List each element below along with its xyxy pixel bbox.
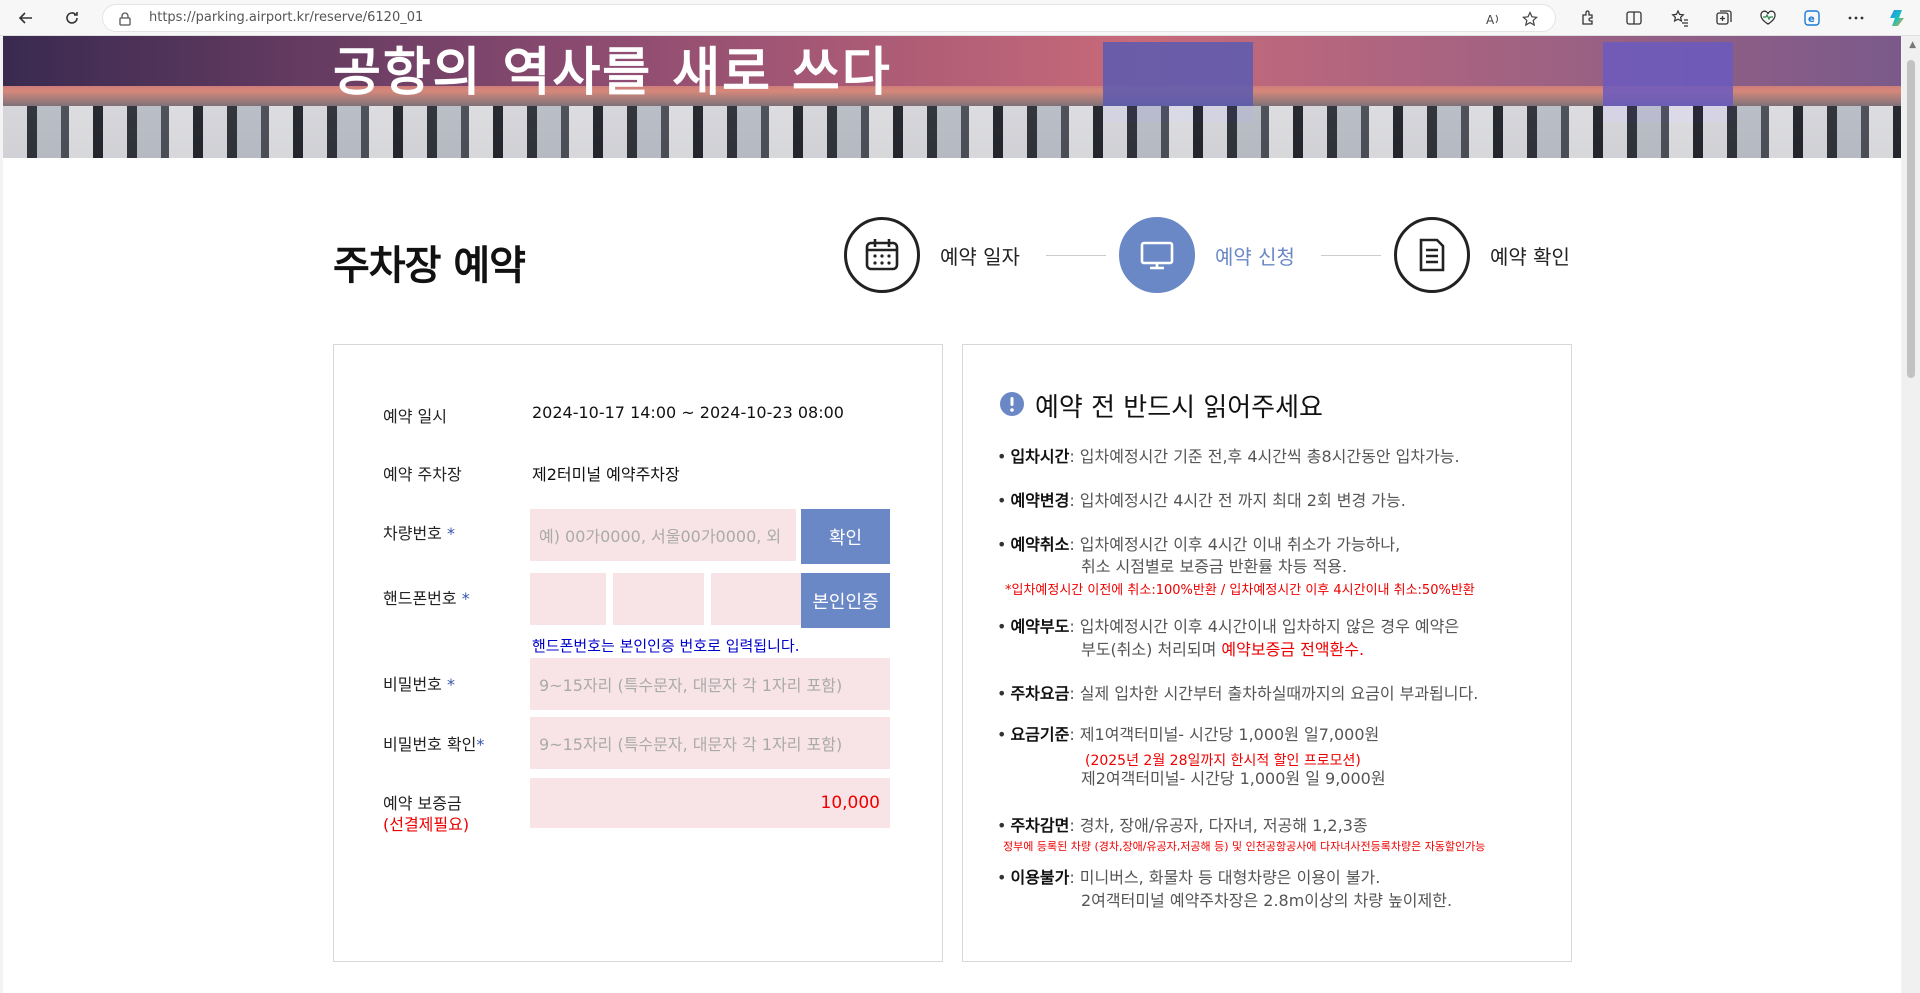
notice-height-limit: 2여객터미널 예약주차장은 2.8m이상의 차량 높이제한. (1081, 891, 1453, 910)
exclamation-icon (999, 391, 1025, 421)
scroll-thumb[interactable] (1907, 60, 1915, 378)
step-reserve-date: 예약 일자 (844, 217, 1020, 293)
reserve-datetime-value: 2024-10-17 14:00 ~ 2024-10-23 08:00 (532, 403, 844, 422)
url-text[interactable]: https://parking.airport.kr/reserve/6120_… (149, 10, 423, 25)
scroll-up-arrow-icon[interactable]: ▲ (1909, 40, 1916, 50)
phone-input-part1[interactable] (530, 573, 606, 625)
lock-icon (119, 11, 131, 30)
password-confirm-label: 비밀번호 확인* (383, 735, 485, 754)
phone-note: 핸드폰번호는 본인인증 번호로 입력됩니다. (532, 637, 800, 655)
copilot-icon[interactable] (1888, 8, 1908, 28)
hero-parking-lot-image (3, 106, 1901, 158)
car-number-input[interactable]: 예) 00가0000, 서울00가0000, 외 (530, 509, 796, 561)
password-input[interactable]: 9~15자리 (특수문자, 대문자 각 1자리 포함) (530, 658, 890, 710)
favorites-icon[interactable] (1670, 8, 1690, 28)
document-icon (1394, 217, 1470, 293)
step-label-date: 예약 일자 (940, 244, 1020, 269)
password-label: 비밀번호 * (383, 675, 455, 694)
refresh-icon[interactable] (60, 6, 84, 30)
svg-text:A: A (1486, 13, 1495, 26)
step-reserve-apply: 예약 신청 (1119, 217, 1295, 293)
notice-unavailable: • 이용불가: 미니버스, 화물차 등 대형차량은 이용이 불가. (997, 868, 1381, 887)
password-confirm-input[interactable]: 9~15자리 (특수문자, 대문자 각 1자리 포함) (530, 717, 890, 769)
svg-text:e: e (1808, 14, 1815, 25)
notice-noshow: • 예약부도: 입차예정시간 이후 4시간이내 입차하지 않은 경우 예약은 (997, 617, 1460, 636)
notice-noshow-line2: 부도(취소) 처리되며 예약보증금 전액환수. (1081, 640, 1365, 659)
notice-fee: • 주차요금: 실제 입차한 시간부터 출차하실때까지의 요금이 부과됩니다. (997, 684, 1479, 703)
more-menu-icon[interactable] (1846, 8, 1866, 28)
notice-panel: 예약 전 반드시 읽어주세요 • 입차시간: 입차예정시간 기준 전,후 4시간씩… (962, 344, 1572, 962)
extensions-icon[interactable] (1578, 8, 1598, 28)
page-content: 공항의 역사를 새로 쓰다 주차장 예약 예약 일자 예약 신청 예약 확인 예… (3, 36, 1901, 993)
car-number-confirm-button[interactable]: 확인 (801, 509, 890, 564)
reservation-form: 예약 일시 2024-10-17 14:00 ~ 2024-10-23 08:0… (333, 344, 943, 962)
step-reserve-confirm: 예약 확인 (1394, 217, 1570, 293)
phone-label: 핸드폰번호 * (383, 589, 470, 608)
step-connector (1046, 255, 1106, 256)
reserve-datetime-label: 예약 일시 (383, 407, 447, 426)
notice-cancel: • 예약취소: 입차예정시간 이후 4시간 이내 취소가 가능하나, (997, 535, 1401, 554)
parking-lot-label: 예약 주차장 (383, 465, 462, 484)
phone-input-part3[interactable] (711, 573, 801, 625)
edge-copilot-e-icon[interactable]: e (1802, 8, 1822, 28)
notice-discount-note: 정부에 등록된 차량 (경차,장애/유공자,저공해 등) 및 인천공항공사에 다… (1003, 840, 1486, 853)
monitor-icon (1119, 217, 1195, 293)
notice-heading: 예약 전 반드시 읽어주세요 (999, 387, 1323, 424)
step-label-confirm: 예약 확인 (1490, 244, 1570, 269)
collections-icon[interactable] (1714, 8, 1734, 28)
hero-banner: 공항의 역사를 새로 쓰다 (3, 36, 1901, 158)
performance-heart-icon[interactable] (1758, 8, 1778, 28)
notice-discount: • 주차감면: 경차, 장애/유공자, 다자녀, 저공해 1,2,3종 (997, 816, 1368, 835)
deposit-amount-field: 10,000 (530, 778, 890, 828)
notice-entry-time: • 입차시간: 입차예정시간 기준 전,후 4시간씩 총8시간동안 입차가능. (997, 447, 1460, 466)
read-aloud-icon[interactable]: A (1485, 10, 1503, 28)
parking-lot-value: 제2터미널 예약주차장 (532, 465, 680, 484)
car-number-label: 차량번호 * (383, 524, 455, 543)
deposit-prepay-note: (선결제필요) (383, 815, 470, 834)
notice-change: • 예약변경: 입차예정시간 4시간 전 까지 최대 2회 변경 가능. (997, 491, 1406, 510)
notice-cancel-refund: *입차예정시간 이전에 취소:100%반환 / 입차예정시간 이후 4시간이내 … (1005, 583, 1475, 598)
hero-title: 공항의 역사를 새로 쓰다 (333, 43, 892, 103)
back-icon[interactable] (14, 6, 38, 30)
notice-cancel-line2: 취소 시점별로 보증금 반환률 차등 적용. (1081, 557, 1348, 576)
browser-toolbar: https://parking.airport.kr/reserve/6120_… (0, 0, 1920, 36)
notice-fee-standard: • 요금기준: 제1여객터미널- 시간당 1,000원 일7,000원 (997, 725, 1380, 744)
step-connector (1321, 255, 1381, 256)
step-label-apply: 예약 신청 (1215, 244, 1295, 269)
page-title: 주차장 예약 (333, 243, 526, 289)
address-bar[interactable]: https://parking.airport.kr/reserve/6120_… (102, 4, 1556, 32)
split-screen-icon[interactable] (1624, 8, 1644, 28)
favorite-star-icon[interactable] (1521, 10, 1539, 28)
notice-fee-t2: 제2여객터미널- 시간당 1,000원 일 9,000원 (1081, 769, 1386, 788)
calendar-icon (844, 217, 920, 293)
phone-input-part2[interactable] (613, 573, 704, 625)
notice-title: 예약 전 반드시 읽어주세요 (1035, 393, 1323, 423)
verify-identity-button[interactable]: 본인인증 (801, 573, 890, 628)
